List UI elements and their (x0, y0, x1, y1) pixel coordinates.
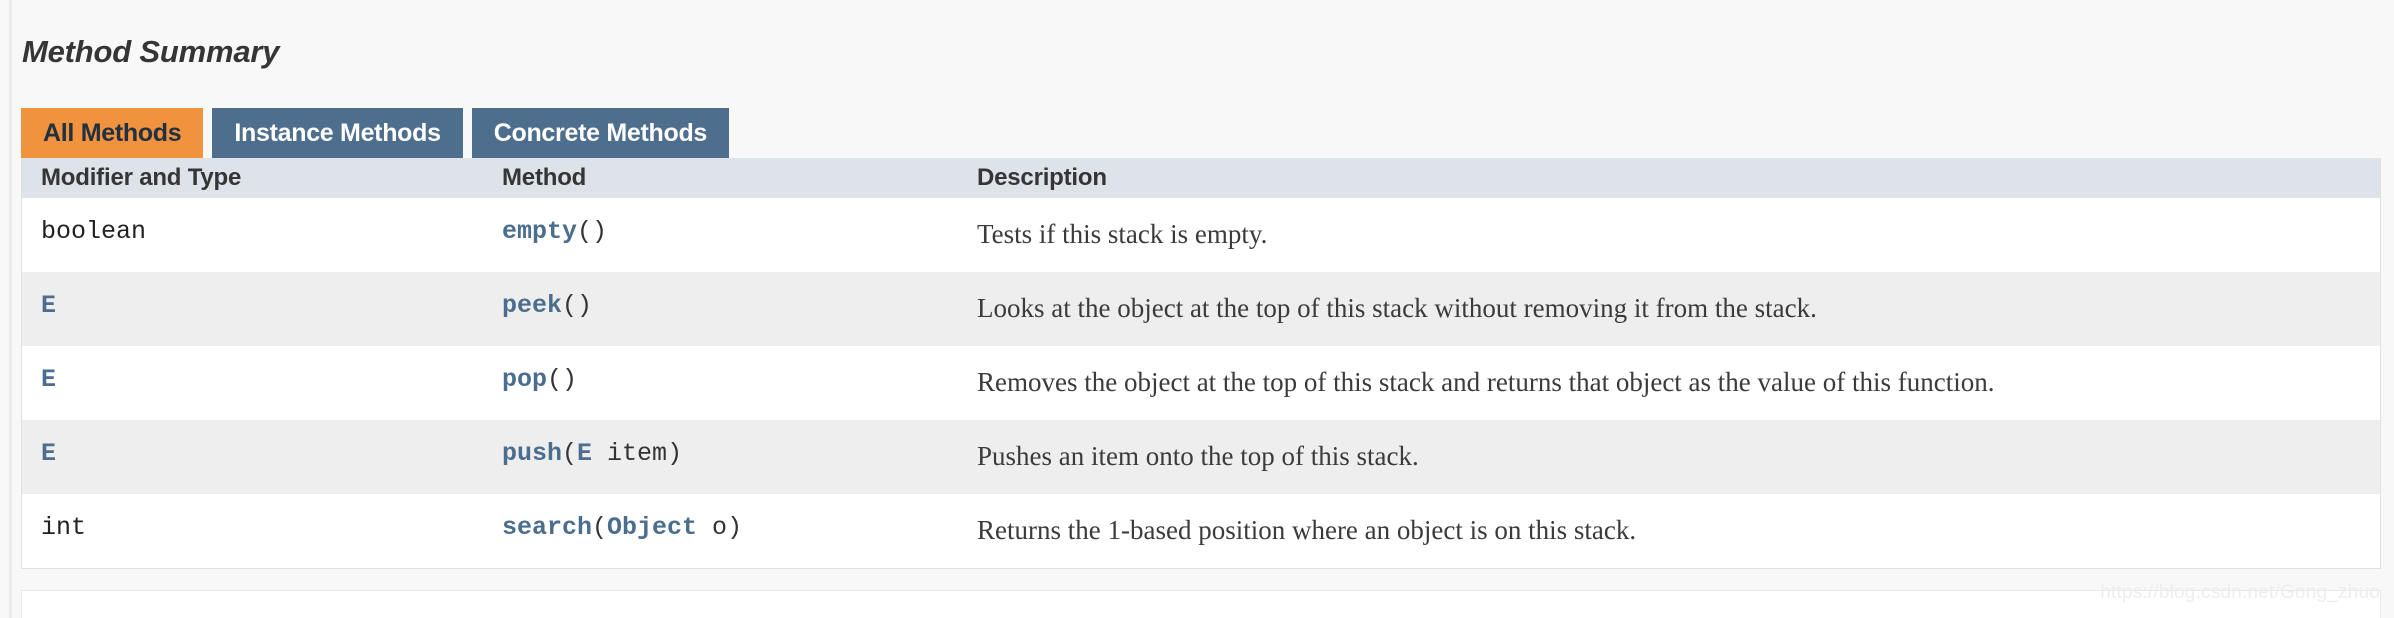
cell-method-signature[interactable]: pop() (502, 346, 977, 395)
method-name-link[interactable]: peek (502, 291, 562, 320)
type-link[interactable]: E (41, 439, 56, 468)
method-close-paren: ) (667, 439, 683, 468)
page-title: Method Summary (22, 33, 280, 69)
type-link[interactable]: E (41, 365, 56, 394)
cell-description: Removes the object at the top of this st… (977, 367, 1995, 397)
method-name-link[interactable]: search (502, 513, 592, 542)
method-open-paren: ( (562, 291, 578, 320)
method-open-paren: ( (547, 365, 563, 394)
cell-description: Returns the 1-based position where an ob… (977, 515, 1637, 545)
method-filter-tabs: All Methods Instance Methods Concrete Meth… (21, 108, 730, 158)
tab-concrete-methods[interactable]: Concrete Methods (471, 108, 730, 158)
page-left-rule (9, 0, 12, 618)
method-open-paren: ( (577, 217, 593, 246)
method-name-link[interactable]: empty (502, 217, 577, 246)
param-name: item (592, 439, 668, 468)
table-row: Epush(E item) Pushes an item onto the top… (22, 420, 2380, 494)
cell-modifier-and-type[interactable]: E (22, 272, 502, 321)
table-footer-block (21, 590, 2381, 618)
column-header-method: Method (502, 164, 587, 191)
cell-description: Looks at the object at the top of this s… (977, 293, 1817, 323)
cell-modifier-and-type: int (41, 513, 87, 542)
table-header-row: Modifier and Type Method Description (22, 158, 2380, 198)
table-row: Epop() Removes the object at the top of t… (22, 346, 2380, 420)
cell-modifier-and-type: boolean (41, 217, 147, 246)
method-summary-table: Modifier and Type Method Description boo… (21, 158, 2381, 569)
param-name: o (697, 513, 728, 542)
cell-method-signature[interactable]: push(E item) (502, 420, 977, 469)
method-name-link[interactable]: push (502, 439, 562, 468)
method-open-paren: ( (592, 513, 608, 542)
table-row: int search(Object o) Returns the 1-based p… (22, 494, 2380, 568)
method-close-paren: ) (727, 513, 743, 542)
method-summary-page: Method Summary All Methods Instance Metho… (0, 0, 2394, 618)
table-row: Epeek() Looks at the object at the top of… (22, 272, 2380, 346)
cell-description: Pushes an item onto the top of this stac… (977, 441, 1419, 471)
param-type-link[interactable]: E (577, 439, 592, 468)
method-close-paren: ) (577, 291, 593, 320)
table-row: boolean empty() Tests if this stack is emp… (22, 198, 2380, 272)
tab-all-methods[interactable]: All Methods (21, 108, 204, 158)
cell-method-signature[interactable]: peek() (502, 272, 977, 321)
cell-description: Tests if this stack is empty. (977, 219, 1268, 249)
param-type-link[interactable]: Object (607, 513, 697, 542)
watermark-text: https://blog.csdn.net/Gong_zhuo (2100, 582, 2380, 603)
type-link[interactable]: E (41, 291, 56, 320)
column-header-description: Description (977, 164, 1107, 191)
table-body: boolean empty() Tests if this stack is emp… (22, 198, 2380, 568)
column-header-modifier-and-type: Modifier and Type (41, 164, 242, 191)
method-open-paren: ( (562, 439, 578, 468)
cell-method-signature[interactable]: empty() (502, 198, 977, 247)
cell-modifier-and-type[interactable]: E (22, 346, 502, 395)
method-name-link[interactable]: pop (502, 365, 547, 394)
method-close-paren: ) (592, 217, 608, 246)
cell-modifier-and-type[interactable]: E (22, 420, 502, 469)
cell-method-signature[interactable]: search(Object o) (502, 494, 977, 543)
tab-instance-methods[interactable]: Instance Methods (212, 108, 463, 158)
method-close-paren: ) (562, 365, 578, 394)
